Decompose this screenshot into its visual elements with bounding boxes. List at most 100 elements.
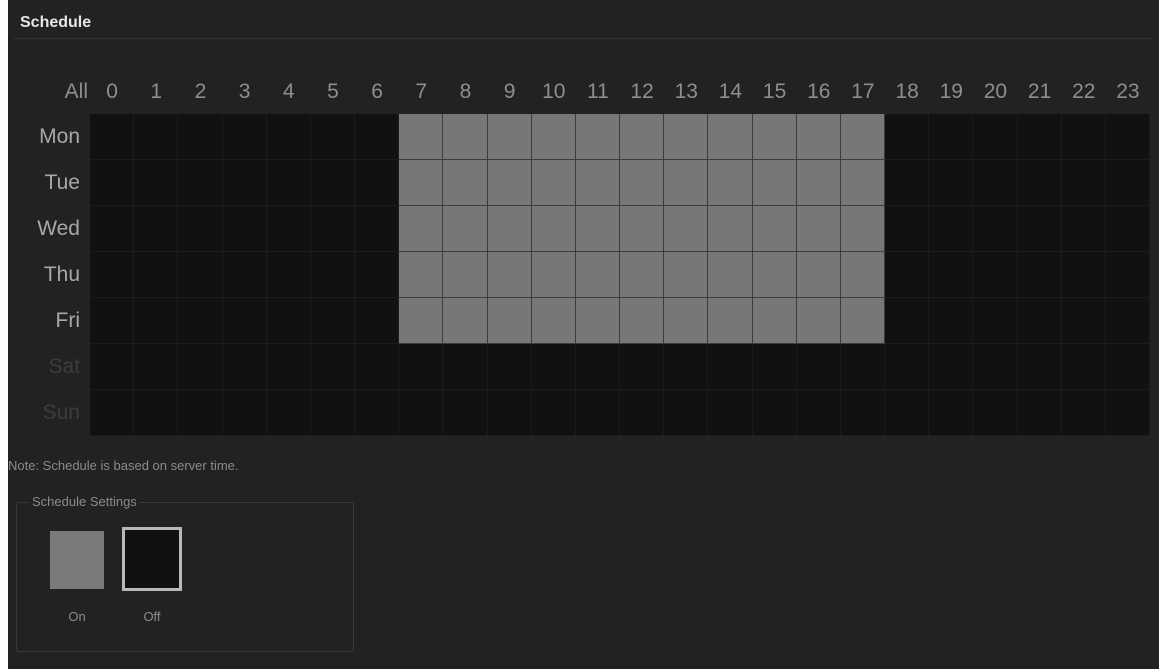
schedule-cell-sat-8[interactable] <box>443 344 488 390</box>
schedule-cell-fri-13[interactable] <box>664 298 709 344</box>
schedule-cell-sun-7[interactable] <box>399 390 444 436</box>
hour-label-14[interactable]: 14 <box>708 80 752 104</box>
hour-label-15[interactable]: 15 <box>753 80 797 104</box>
schedule-cell-fri-18[interactable] <box>885 298 930 344</box>
schedule-cell-thu-20[interactable] <box>973 252 1018 298</box>
schedule-cell-sun-18[interactable] <box>885 390 930 436</box>
schedule-cell-mon-10[interactable] <box>531 114 576 160</box>
schedule-cell-fri-20[interactable] <box>973 298 1018 344</box>
schedule-cell-fri-11[interactable] <box>575 298 620 344</box>
schedule-cell-fri-14[interactable] <box>708 298 753 344</box>
schedule-cell-wed-12[interactable] <box>620 206 665 252</box>
schedule-cell-mon-22[interactable] <box>1061 114 1106 160</box>
schedule-cell-thu-5[interactable] <box>310 252 355 298</box>
hour-label-12[interactable]: 12 <box>620 80 664 104</box>
schedule-cell-wed-15[interactable] <box>752 206 797 252</box>
schedule-cell-tue-6[interactable] <box>355 160 400 206</box>
schedule-cell-mon-6[interactable] <box>355 114 400 160</box>
schedule-cell-wed-8[interactable] <box>443 206 488 252</box>
schedule-cell-mon-17[interactable] <box>840 114 885 160</box>
schedule-cell-mon-14[interactable] <box>708 114 753 160</box>
schedule-cell-tue-18[interactable] <box>885 160 930 206</box>
schedule-cell-fri-1[interactable] <box>134 298 179 344</box>
hour-label-19[interactable]: 19 <box>929 80 973 104</box>
day-label-tue[interactable]: Tue <box>8 171 80 195</box>
schedule-cell-sat-1[interactable] <box>134 344 179 390</box>
schedule-cell-tue-12[interactable] <box>620 160 665 206</box>
schedule-cell-thu-12[interactable] <box>620 252 665 298</box>
schedule-cell-thu-16[interactable] <box>796 252 841 298</box>
schedule-cell-mon-5[interactable] <box>310 114 355 160</box>
schedule-cell-fri-16[interactable] <box>796 298 841 344</box>
hour-label-10[interactable]: 10 <box>532 80 576 104</box>
schedule-cell-tue-9[interactable] <box>487 160 532 206</box>
schedule-cell-mon-16[interactable] <box>796 114 841 160</box>
schedule-cell-wed-9[interactable] <box>487 206 532 252</box>
schedule-cell-mon-19[interactable] <box>929 114 974 160</box>
schedule-cell-mon-11[interactable] <box>575 114 620 160</box>
schedule-cell-fri-2[interactable] <box>178 298 223 344</box>
schedule-cell-sat-3[interactable] <box>222 344 267 390</box>
schedule-cell-fri-10[interactable] <box>531 298 576 344</box>
schedule-cell-sat-15[interactable] <box>752 344 797 390</box>
schedule-cell-tue-7[interactable] <box>399 160 444 206</box>
schedule-cell-sun-19[interactable] <box>929 390 974 436</box>
schedule-cell-fri-12[interactable] <box>620 298 665 344</box>
schedule-cell-wed-22[interactable] <box>1061 206 1106 252</box>
schedule-cell-sun-13[interactable] <box>664 390 709 436</box>
schedule-cell-tue-23[interactable] <box>1105 160 1150 206</box>
schedule-cell-fri-21[interactable] <box>1017 298 1062 344</box>
schedule-cell-sun-2[interactable] <box>178 390 223 436</box>
schedule-cell-thu-21[interactable] <box>1017 252 1062 298</box>
schedule-cell-sat-2[interactable] <box>178 344 223 390</box>
hour-label-6[interactable]: 6 <box>355 80 399 104</box>
schedule-cell-mon-23[interactable] <box>1105 114 1150 160</box>
schedule-cell-sat-6[interactable] <box>355 344 400 390</box>
schedule-cell-tue-13[interactable] <box>664 160 709 206</box>
hour-label-23[interactable]: 23 <box>1106 80 1150 104</box>
schedule-cell-wed-20[interactable] <box>973 206 1018 252</box>
schedule-cell-mon-8[interactable] <box>443 114 488 160</box>
schedule-cell-mon-20[interactable] <box>973 114 1018 160</box>
schedule-cell-sun-1[interactable] <box>134 390 179 436</box>
schedule-cell-sun-8[interactable] <box>443 390 488 436</box>
schedule-cell-fri-3[interactable] <box>222 298 267 344</box>
schedule-cell-thu-10[interactable] <box>531 252 576 298</box>
schedule-cell-sat-16[interactable] <box>796 344 841 390</box>
schedule-cell-thu-1[interactable] <box>134 252 179 298</box>
hour-label-8[interactable]: 8 <box>443 80 487 104</box>
schedule-cell-wed-19[interactable] <box>929 206 974 252</box>
schedule-cell-fri-0[interactable] <box>90 298 135 344</box>
schedule-cell-wed-7[interactable] <box>399 206 444 252</box>
schedule-cell-mon-21[interactable] <box>1017 114 1062 160</box>
schedule-cell-fri-19[interactable] <box>929 298 974 344</box>
schedule-cell-tue-10[interactable] <box>531 160 576 206</box>
schedule-cell-wed-5[interactable] <box>310 206 355 252</box>
schedule-cell-sun-3[interactable] <box>222 390 267 436</box>
schedule-cell-sun-9[interactable] <box>487 390 532 436</box>
schedule-cell-tue-4[interactable] <box>266 160 311 206</box>
schedule-cell-thu-22[interactable] <box>1061 252 1106 298</box>
schedule-cell-tue-16[interactable] <box>796 160 841 206</box>
schedule-cell-fri-15[interactable] <box>752 298 797 344</box>
schedule-cell-thu-15[interactable] <box>752 252 797 298</box>
schedule-cell-sat-23[interactable] <box>1105 344 1150 390</box>
schedule-cell-wed-3[interactable] <box>222 206 267 252</box>
schedule-cell-thu-6[interactable] <box>355 252 400 298</box>
schedule-cell-wed-16[interactable] <box>796 206 841 252</box>
schedule-cell-sun-20[interactable] <box>973 390 1018 436</box>
schedule-cell-tue-15[interactable] <box>752 160 797 206</box>
schedule-cell-tue-21[interactable] <box>1017 160 1062 206</box>
schedule-cell-sat-19[interactable] <box>929 344 974 390</box>
hour-label-21[interactable]: 21 <box>1018 80 1062 104</box>
schedule-cell-tue-19[interactable] <box>929 160 974 206</box>
schedule-cell-sat-5[interactable] <box>310 344 355 390</box>
day-label-wed[interactable]: Wed <box>8 217 80 241</box>
schedule-cell-sun-15[interactable] <box>752 390 797 436</box>
hour-label-17[interactable]: 17 <box>841 80 885 104</box>
day-label-thu[interactable]: Thu <box>8 263 80 287</box>
day-label-sun[interactable]: Sun <box>8 401 80 425</box>
schedule-cell-thu-17[interactable] <box>840 252 885 298</box>
schedule-cell-wed-17[interactable] <box>840 206 885 252</box>
schedule-cell-sat-7[interactable] <box>399 344 444 390</box>
